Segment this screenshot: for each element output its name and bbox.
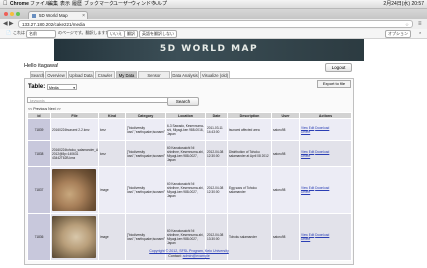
media-table: id File Kind Category Location Date Desc… bbox=[27, 112, 352, 261]
tab-title: 5D World Map bbox=[39, 13, 68, 18]
back-icon[interactable]: ◀ bbox=[3, 20, 8, 28]
cell-actions: View Edit Download Delete bbox=[299, 140, 352, 167]
menubar-clock: 2月24日(水) 20:57 bbox=[383, 1, 424, 7]
table-select-value: Media bbox=[49, 86, 59, 90]
cell-actions: View Edit Download Delete bbox=[299, 118, 352, 141]
forward-icon[interactable]: ▶ bbox=[9, 20, 14, 28]
cell-location: 60 Kanakosaichi Ni shinihne, Kesennuma-s… bbox=[165, 140, 206, 167]
delete-link[interactable]: Delete bbox=[301, 190, 310, 194]
pagination[interactable]: << Previous Next >> bbox=[28, 107, 61, 111]
tab-crawler[interactable]: Crawler bbox=[95, 71, 115, 78]
cell-actions: View Edit Download Delete bbox=[299, 166, 352, 214]
search-button[interactable]: Search bbox=[167, 97, 199, 106]
menu-bookmarks[interactable]: ブックマーク bbox=[84, 0, 114, 8]
footer: Copyright © 2012, SFSL Program, Keio Uni… bbox=[24, 249, 354, 259]
close-window-icon[interactable] bbox=[4, 12, 8, 16]
chevron-down-icon: ▾ bbox=[73, 86, 75, 90]
language-select[interactable]: 名前 bbox=[26, 30, 56, 38]
contact-prefix: Contact: bbox=[168, 254, 183, 258]
cell-date: 2012-04-08 12:30:00 bbox=[205, 166, 228, 214]
cell-date: 2011-03-11 14:43:00 bbox=[205, 118, 228, 141]
download-link[interactable]: Download bbox=[315, 186, 329, 190]
table-row: 71839 20160224tsunami 2-2.kmz kmz ["biod… bbox=[27, 118, 352, 141]
my-data-panel: Export to file Table: Media ▾ keywords S… bbox=[24, 78, 354, 265]
table-label: Table: bbox=[28, 84, 46, 90]
menu-help[interactable]: ヘルプ bbox=[152, 0, 167, 8]
menu-history[interactable]: 履歴 bbox=[72, 0, 82, 8]
translate-no-button[interactable]: いいえ bbox=[107, 30, 125, 38]
cell-id: 71837 bbox=[27, 166, 51, 214]
table-row: 71837 image ["biodiversity loss","earthq… bbox=[27, 166, 352, 214]
tab-search[interactable]: Search bbox=[30, 71, 44, 78]
cell-file: 20160224tohoku_salamander_April08 2012@8… bbox=[50, 140, 99, 167]
export-button[interactable]: Export to file bbox=[317, 80, 351, 88]
delete-link[interactable]: Delete bbox=[301, 130, 310, 134]
browser-tab[interactable]: 5D World Map × bbox=[28, 11, 88, 19]
minimize-window-icon[interactable] bbox=[10, 12, 14, 16]
translate-bar: 📄 これは 名前 のページです。翻訳しますか？ いいえ 翻訳 英語を翻訳しない … bbox=[0, 29, 427, 39]
site-banner: 5D WORLD MAP bbox=[54, 39, 364, 61]
menu-edit[interactable]: 編集 bbox=[48, 0, 58, 8]
cell-file: 20160224tsunami 2-2.kmz bbox=[50, 118, 99, 141]
table-select[interactable]: Media ▾ bbox=[47, 84, 77, 90]
cell-location: 60 Kanakosaichi Ni shinihne, Kesennuma-s… bbox=[165, 166, 206, 214]
cell-user: satoru98 bbox=[271, 166, 300, 214]
url-field[interactable]: 133.27.180.202/cake221/media ☆ bbox=[18, 20, 413, 28]
menu-view[interactable]: 表示 bbox=[60, 0, 70, 8]
zoom-window-icon[interactable] bbox=[16, 12, 20, 16]
menu-file[interactable]: ファイル bbox=[30, 0, 50, 8]
greeting: Hello itagawa! bbox=[24, 63, 59, 69]
cell-file bbox=[50, 166, 99, 214]
contact-line: Contact: admin@example bbox=[24, 254, 354, 259]
translate-prefix: これは bbox=[13, 30, 25, 35]
tab-my-data[interactable]: My Data bbox=[116, 71, 137, 78]
download-link[interactable]: Download bbox=[315, 150, 329, 154]
logout-button[interactable]: Logout bbox=[325, 63, 352, 72]
menu-app-name[interactable]: Chrome bbox=[10, 0, 29, 8]
url-text: 133.27.180.202/cake221/media bbox=[22, 22, 86, 27]
translate-options-button[interactable]: オプション bbox=[385, 30, 411, 38]
favicon-icon bbox=[32, 14, 36, 18]
browser-tabbar: 5D World Map × bbox=[0, 9, 427, 19]
cell-user: satoru98 bbox=[271, 118, 300, 141]
apple-icon[interactable]:  bbox=[3, 0, 8, 8]
tab-visualize-old[interactable]: Visualize (old) bbox=[200, 71, 230, 78]
translate-button[interactable]: 翻訳 bbox=[124, 30, 138, 38]
cell-description: tsunami affected area bbox=[227, 118, 272, 141]
cell-kind: image bbox=[98, 166, 126, 214]
tab-sensor-tracking[interactable]: Sensor Tracking bbox=[138, 71, 170, 85]
delete-link[interactable]: Delete bbox=[301, 154, 310, 158]
cell-id: 71838 bbox=[27, 140, 51, 167]
menu-icon[interactable]: ≡ bbox=[418, 20, 422, 28]
contact-link[interactable]: admin@example bbox=[183, 254, 210, 258]
cell-id: 71839 bbox=[27, 118, 51, 141]
download-link[interactable]: Download bbox=[315, 233, 329, 237]
salamander-egg-photo[interactable] bbox=[52, 169, 96, 211]
site-title: 5D WORLD MAP bbox=[159, 44, 259, 54]
cell-date: 2012-04-08 12:30:00 bbox=[205, 140, 228, 167]
close-translate-icon[interactable]: × bbox=[417, 30, 423, 36]
cell-category: ["biodiversity loss","earthquake,tsunami… bbox=[125, 166, 166, 214]
cell-category: ["biodiversity loss","earthquake,tsunami… bbox=[125, 118, 166, 141]
tab-data-analysis[interactable]: Data Analysis bbox=[171, 71, 199, 78]
tab-upload-data[interactable]: Upload Data bbox=[68, 71, 94, 78]
cell-kind: kmz bbox=[98, 118, 126, 141]
cell-kind: kmz bbox=[98, 140, 126, 167]
cell-category: ["biodiversity loss","earthquake,tsunami… bbox=[125, 140, 166, 167]
delete-link[interactable]: Delete bbox=[301, 237, 310, 241]
menubar:  Chrome ファイル 編集 表示 履歴 ブックマーク ユーザー ウィンドウ… bbox=[0, 0, 427, 9]
bookmark-star-icon[interactable]: ☆ bbox=[405, 21, 409, 29]
keywords-input[interactable]: keywords bbox=[27, 97, 187, 103]
never-translate-button[interactable]: 英語を翻訳しない bbox=[139, 30, 177, 38]
cell-description: Egg sacs of Tohoku salamander bbox=[227, 166, 272, 214]
table-row: 71838 20160224tohoku_salamander_April08 … bbox=[27, 140, 352, 167]
cell-description: Distribution of Tohoku salamander at Apr… bbox=[227, 140, 272, 167]
download-link[interactable]: Download bbox=[315, 126, 329, 130]
tab-overview[interactable]: Overview bbox=[45, 71, 67, 78]
menu-user[interactable]: ユーザー bbox=[113, 0, 133, 8]
cell-user: satoru98 bbox=[271, 140, 300, 167]
page-content: 5D WORLD MAP Hello itagawa! Logout Searc… bbox=[0, 39, 427, 268]
cell-location: 6-3 Sawado, Kesennuma-shi, Miyagi-ken 98… bbox=[165, 118, 206, 141]
